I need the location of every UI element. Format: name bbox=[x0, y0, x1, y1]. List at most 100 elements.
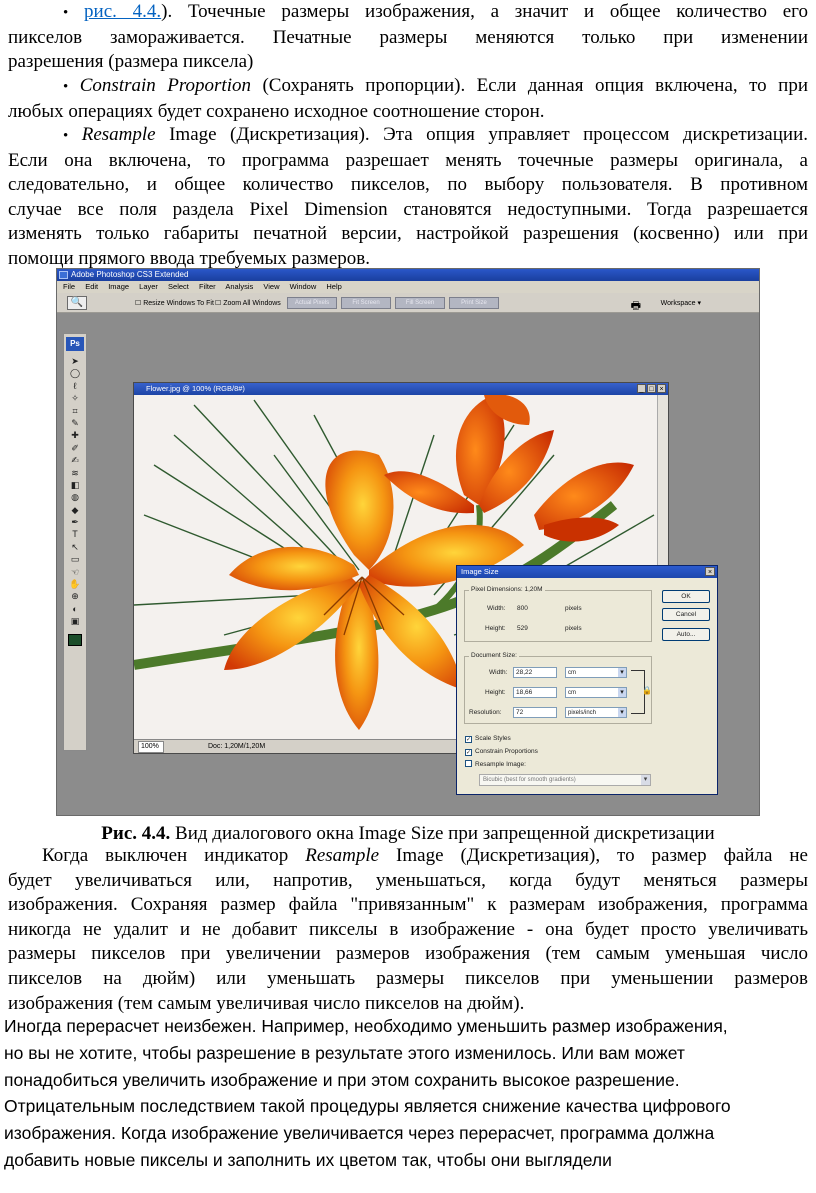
term-constrain-proportion: Constrain Proportion bbox=[79, 75, 251, 96]
zoom-icon[interactable]: 🔍 bbox=[67, 296, 87, 310]
quick-mask-icon[interactable]: ◐ bbox=[64, 603, 86, 615]
maximize-icon[interactable]: □ bbox=[647, 384, 656, 393]
line: изображения. Когда изображение увеличива… bbox=[4, 1123, 715, 1144]
line: • Resample Image (Дискретизация). Эта оп… bbox=[63, 124, 808, 145]
zoom-level-field[interactable]: 100% bbox=[138, 741, 164, 753]
screen-mode-icon[interactable]: ▣ bbox=[64, 615, 86, 627]
caption-text: Вид диалогового окна Image Size при запр… bbox=[170, 823, 715, 844]
paragraph-pixel-dimensions: • рис. 4.4.). Точечные размеры изображен… bbox=[8, 0, 808, 75]
print-size-button[interactable]: Print Size bbox=[449, 297, 499, 309]
dialog-title: Image Size bbox=[461, 567, 499, 576]
brush-tool-icon[interactable]: ✐ bbox=[64, 442, 86, 454]
actual-pixels-button[interactable]: Actual Pixels bbox=[287, 297, 337, 309]
line: случае все поля раздела Pixel Dimension … bbox=[8, 198, 808, 220]
doc-width-input[interactable]: 28,22 bbox=[513, 667, 557, 678]
type-tool-icon[interactable]: T bbox=[64, 528, 86, 540]
line: изображения. Сохраняя размер файла "прив… bbox=[8, 894, 808, 916]
gradient-tool-icon[interactable]: ◍ bbox=[64, 491, 86, 503]
line: изменять только габариты печатной версии… bbox=[8, 223, 808, 245]
doc-width-label: Width: bbox=[489, 669, 508, 676]
crop-tool-icon[interactable]: ⌗ bbox=[64, 405, 86, 417]
line: Отрицательным последствием такой процеду… bbox=[4, 1096, 731, 1117]
photoshop-screenshot: Adobe Photoshop CS3 Extended File Edit I… bbox=[56, 268, 760, 816]
bullet-icon: • bbox=[63, 5, 69, 21]
stamp-tool-icon[interactable]: ✍ bbox=[64, 454, 86, 466]
zoom-all-windows-checkbox[interactable]: ☐ Zoom All Windows bbox=[215, 299, 281, 308]
pen-tool-icon[interactable]: ✒ bbox=[64, 516, 86, 528]
menu-view[interactable]: View bbox=[263, 282, 279, 291]
menu-layer[interactable]: Layer bbox=[139, 282, 158, 291]
ok-button[interactable]: OK bbox=[662, 590, 710, 603]
lock-icon: 🔒 bbox=[642, 686, 652, 695]
menu-image[interactable]: Image bbox=[108, 282, 129, 291]
menu-help[interactable]: Help bbox=[326, 282, 341, 291]
dodge-tool-icon[interactable]: ◆ bbox=[64, 504, 86, 516]
magic-wand-tool-icon[interactable]: ✧ bbox=[64, 392, 86, 404]
menu-analysis[interactable]: Analysis bbox=[225, 282, 253, 291]
line: пикселов замораживается. Печатные размер… bbox=[8, 26, 808, 48]
foreground-color-swatch[interactable] bbox=[68, 633, 82, 646]
path-select-tool-icon[interactable]: ↖ bbox=[64, 541, 86, 553]
term-resample: Resample bbox=[305, 845, 380, 866]
line: Иногда перерасчет неизбежен. Например, н… bbox=[4, 1016, 728, 1036]
doc-height-label: Height: bbox=[485, 689, 506, 696]
move-tool-icon[interactable]: ➤ bbox=[64, 355, 86, 367]
minimize-icon[interactable]: _ bbox=[637, 384, 646, 393]
options-bar: 🔍 ☐ Resize Windows To Fit ☐ Zoom All Win… bbox=[57, 293, 759, 313]
figure-link[interactable]: рис. 4.4. bbox=[84, 1, 161, 22]
resolution-input[interactable]: 72 bbox=[513, 707, 557, 718]
line: добавить новые пикселы и заполнить их цв… bbox=[4, 1149, 612, 1170]
resolution-label: Resolution: bbox=[469, 709, 502, 716]
fit-screen-button[interactable]: Fit Screen bbox=[341, 297, 391, 309]
menu-file[interactable]: File bbox=[63, 282, 75, 291]
hand-tool-icon[interactable]: ✋ bbox=[64, 578, 86, 590]
doc-height-input[interactable]: 18,66 bbox=[513, 687, 557, 698]
close-icon[interactable]: × bbox=[657, 384, 666, 393]
paragraph-constrain-proportion: • Constrain Proportion (Сохранять пропор… bbox=[8, 74, 808, 124]
ps-logo: Ps bbox=[66, 337, 84, 351]
px-width-value: 800 bbox=[517, 605, 528, 612]
eyedropper-tool-icon[interactable]: ✎ bbox=[64, 417, 86, 429]
workspace-menu[interactable]: Workspace ▾ bbox=[661, 299, 701, 307]
healing-tool-icon[interactable]: ✚ bbox=[64, 429, 86, 441]
resample-method-select[interactable]: Bicubic (best for smooth gradients) bbox=[479, 774, 651, 786]
line: любых операциях будет сохранено исходное… bbox=[8, 100, 545, 122]
document-size-group: Document Size: Width: 28,22 cm Height: 1… bbox=[464, 652, 652, 724]
line: понадобиться увеличить изображение и при… bbox=[4, 1069, 680, 1090]
eraser-tool-icon[interactable]: ◧ bbox=[64, 479, 86, 491]
menu-select[interactable]: Select bbox=[168, 282, 189, 291]
shape-tool-icon[interactable]: ▭ bbox=[64, 553, 86, 565]
line: следовательно, и общее количество пиксел… bbox=[8, 174, 808, 196]
resample-image-checkbox[interactable]: Resample Image: bbox=[465, 760, 526, 769]
doc-width-unit-select[interactable]: cm bbox=[565, 667, 627, 678]
history-brush-tool-icon[interactable]: ≋ bbox=[64, 467, 86, 479]
document-page: • рис. 4.4.). Точечные размеры изображен… bbox=[0, 0, 816, 1193]
zoom-tool-icon[interactable]: ⊕ bbox=[64, 590, 86, 602]
notes-tool-icon[interactable]: ☜ bbox=[64, 566, 86, 578]
term-resample: Resample bbox=[81, 124, 156, 145]
printer-icon[interactable]: 🖶 bbox=[631, 297, 641, 316]
auto-button[interactable]: Auto... bbox=[662, 628, 710, 641]
lasso-tool-icon[interactable]: ℓ bbox=[64, 380, 86, 392]
menu-edit[interactable]: Edit bbox=[85, 282, 98, 291]
dialog-close-icon[interactable]: × bbox=[705, 567, 715, 576]
line: никогда не удалит и не добавит пикселы в… bbox=[8, 918, 808, 940]
resize-windows-checkbox[interactable]: ☐ Resize Windows To Fit bbox=[135, 299, 214, 308]
image-size-dialog: Image Size × Pixel Dimensions: 1,20M Wid… bbox=[456, 565, 718, 795]
fill-screen-button[interactable]: Fill Screen bbox=[395, 297, 445, 309]
cancel-button[interactable]: Cancel bbox=[662, 608, 710, 621]
px-height-unit: pixels bbox=[565, 625, 582, 632]
line: Если она включена, то программа разрешае… bbox=[8, 149, 808, 171]
constrain-proportions-checkbox[interactable]: ✓ Constrain Proportions bbox=[465, 747, 538, 756]
scale-styles-checkbox[interactable]: ✓ Scale Styles bbox=[465, 734, 511, 743]
resolution-unit-select[interactable]: pixels/inch bbox=[565, 707, 627, 718]
paragraph-resample: • Resample Image (Дискретизация). Эта оп… bbox=[8, 123, 808, 272]
line: но вы не хотите, чтобы разрешение в резу… bbox=[4, 1042, 685, 1063]
marquee-tool-icon[interactable]: ◯ bbox=[64, 367, 86, 379]
menu-filter[interactable]: Filter bbox=[199, 282, 216, 291]
pixel-dimensions-label: Pixel Dimensions: 1,20M bbox=[469, 586, 545, 593]
doc-height-unit-select[interactable]: cm bbox=[565, 687, 627, 698]
toolbox: Ps ➤ ◯ ℓ ✧ ⌗ ✎ ✚ ✐ ✍ ≋ ◧ ◍ ◆ ✒ T ↖ ▭ ☜ ✋… bbox=[63, 333, 87, 751]
menu-window[interactable]: Window bbox=[290, 282, 317, 291]
bullet-icon: • bbox=[63, 128, 69, 144]
